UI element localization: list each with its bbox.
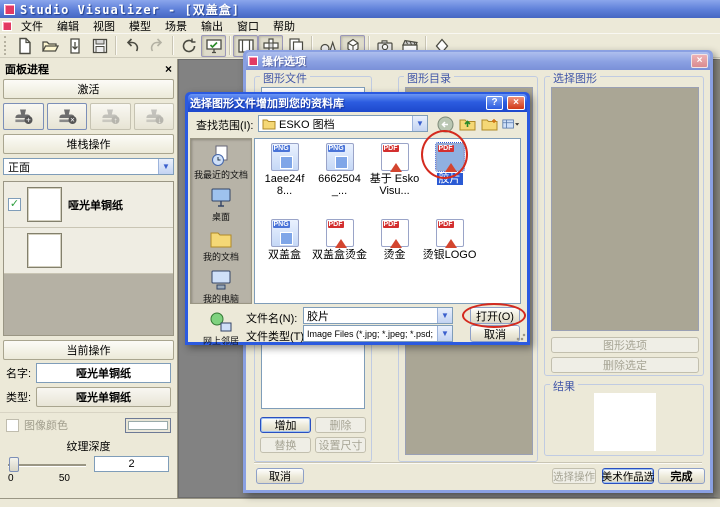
close-button[interactable]: × [691,54,708,68]
annotation-circle-open [462,303,526,328]
png-file-icon: PNG [326,143,354,171]
file-type-value: Image Files (*.jpg; *.jpeg; *.psd; *.* [307,329,434,339]
chevron-down-icon[interactable]: ▼ [437,326,452,341]
file-type-label: 文件类型(T): [246,328,307,344]
png-file-icon: PNG [271,219,299,247]
select-operation-button: 选择操作 [552,468,596,484]
add-button[interactable]: 增加 [260,417,311,433]
remove-button: 删除 [315,417,366,433]
pdf-file-icon: PDF [326,219,354,247]
cancel-button[interactable]: 取消 [256,468,304,484]
my-computer-icon [209,269,233,291]
chevron-down-icon[interactable]: ▼ [412,116,427,131]
help-button[interactable]: ? [486,96,503,110]
file-item[interactable]: PDF 烫银LOGO [422,219,477,261]
file-item[interactable]: PDF 基于 EskoVisu... [367,143,422,197]
resize-grip[interactable] [516,331,526,341]
file-dialog-title: 选择图形文件增加到您的资料库 [190,95,482,111]
folder-icon [262,118,276,130]
artwork-select-button[interactable]: 美术作品选 [602,468,654,484]
options-dialog-titlebar[interactable]: 操作选项 × [246,52,710,70]
recent-documents-icon [209,145,233,167]
close-button[interactable]: × [507,96,525,110]
file-dialog-titlebar[interactable]: 选择图形文件增加到您的资料库 ? × [188,94,527,112]
png-file-icon: PNG [271,143,299,171]
graphic-directory-group-label: 图形目录 [404,70,454,86]
result-preview [594,393,656,451]
place-label: 我的文档 [191,250,251,263]
delete-selected-button: 删除选定 [551,357,699,373]
file-list[interactable]: PNG 1aee24f8... PNG 6662504_... PDF 基于 E… [254,138,521,304]
place-label: 我最近的文档 [191,168,251,181]
file-type-select[interactable]: Image Files (*.jpg; *.jpeg; *.psd; *.* ▼ [303,325,453,342]
desktop-icon [209,187,233,209]
graphic-options-button: 图形选项 [551,337,699,353]
place-label: 网上邻居 [191,334,251,347]
set-size-button: 设置尺寸 [315,437,366,453]
file-name-value: 胶片 [307,308,434,324]
file-item[interactable]: PDF 双盖盒烫金 [312,219,367,261]
file-name-label: 文件名(N): [246,310,297,326]
new-folder-icon [481,117,498,131]
annotation-circle-file [421,130,468,179]
chevron-down-icon[interactable]: ▼ [437,308,452,323]
file-name: 烫金 [384,249,406,261]
pdf-file-icon: PDF [381,143,409,171]
network-places-icon [209,311,233,333]
result-group: 结果 [544,384,704,456]
options-dialog-title: 操作选项 [262,53,687,69]
place-label: 我的电脑 [191,292,251,305]
file-item[interactable]: PNG 1aee24f8... [257,143,312,197]
file-name: 6662504_... [318,173,361,197]
places-bar: 我最近的文档 桌面 我的文档 我的电脑 网上邻居 [190,138,252,304]
select-graphic-listbox[interactable] [551,87,699,331]
graphic-file-group-label: 图形文件 [260,70,310,86]
finish-button[interactable]: 完成 [658,468,705,484]
file-item[interactable]: PDF 烫金 [367,219,422,261]
file-name: 基于 EskoVisu... [370,173,420,197]
place-my-documents[interactable]: 我的文档 [191,227,251,265]
place-network[interactable]: 网上邻居 [191,309,251,349]
file-item[interactable]: PNG 双盖盒 [257,219,312,261]
select-graphic-group-label: 选择图形 [550,70,600,86]
look-in-select[interactable]: ESKO 图档 ▼ [258,115,428,132]
file-name-select[interactable]: 胶片 ▼ [303,307,453,324]
my-documents-icon [209,229,233,249]
look-in-value: ESKO 图档 [279,116,409,132]
result-group-label: 结果 [550,378,578,394]
new-folder-button[interactable] [480,115,498,133]
place-recent-documents[interactable]: 我最近的文档 [191,143,251,183]
file-name: 双盖盒 [268,249,301,261]
place-desktop[interactable]: 桌面 [191,185,251,225]
views-button[interactable] [502,115,520,133]
up-folder-button[interactable] [458,115,476,133]
place-my-computer[interactable]: 我的电脑 [191,267,251,307]
dialog-icon [248,56,258,66]
views-icon [502,117,520,131]
pdf-file-icon: PDF [381,219,409,247]
file-name: 烫银LOGO [423,249,477,261]
file-name: 1aee24f8... [265,173,305,197]
replace-button: 替换 [260,437,311,453]
file-item[interactable]: PNG 6662504_... [312,143,367,197]
place-label: 桌面 [191,210,251,223]
up-folder-icon [459,117,476,131]
select-graphic-group: 选择图形 图形选项 删除选定 [544,76,704,376]
pdf-file-icon: PDF [436,219,464,247]
look-in-label: 查找范围(I): [196,117,253,133]
file-name: 双盖盒烫金 [312,249,367,261]
